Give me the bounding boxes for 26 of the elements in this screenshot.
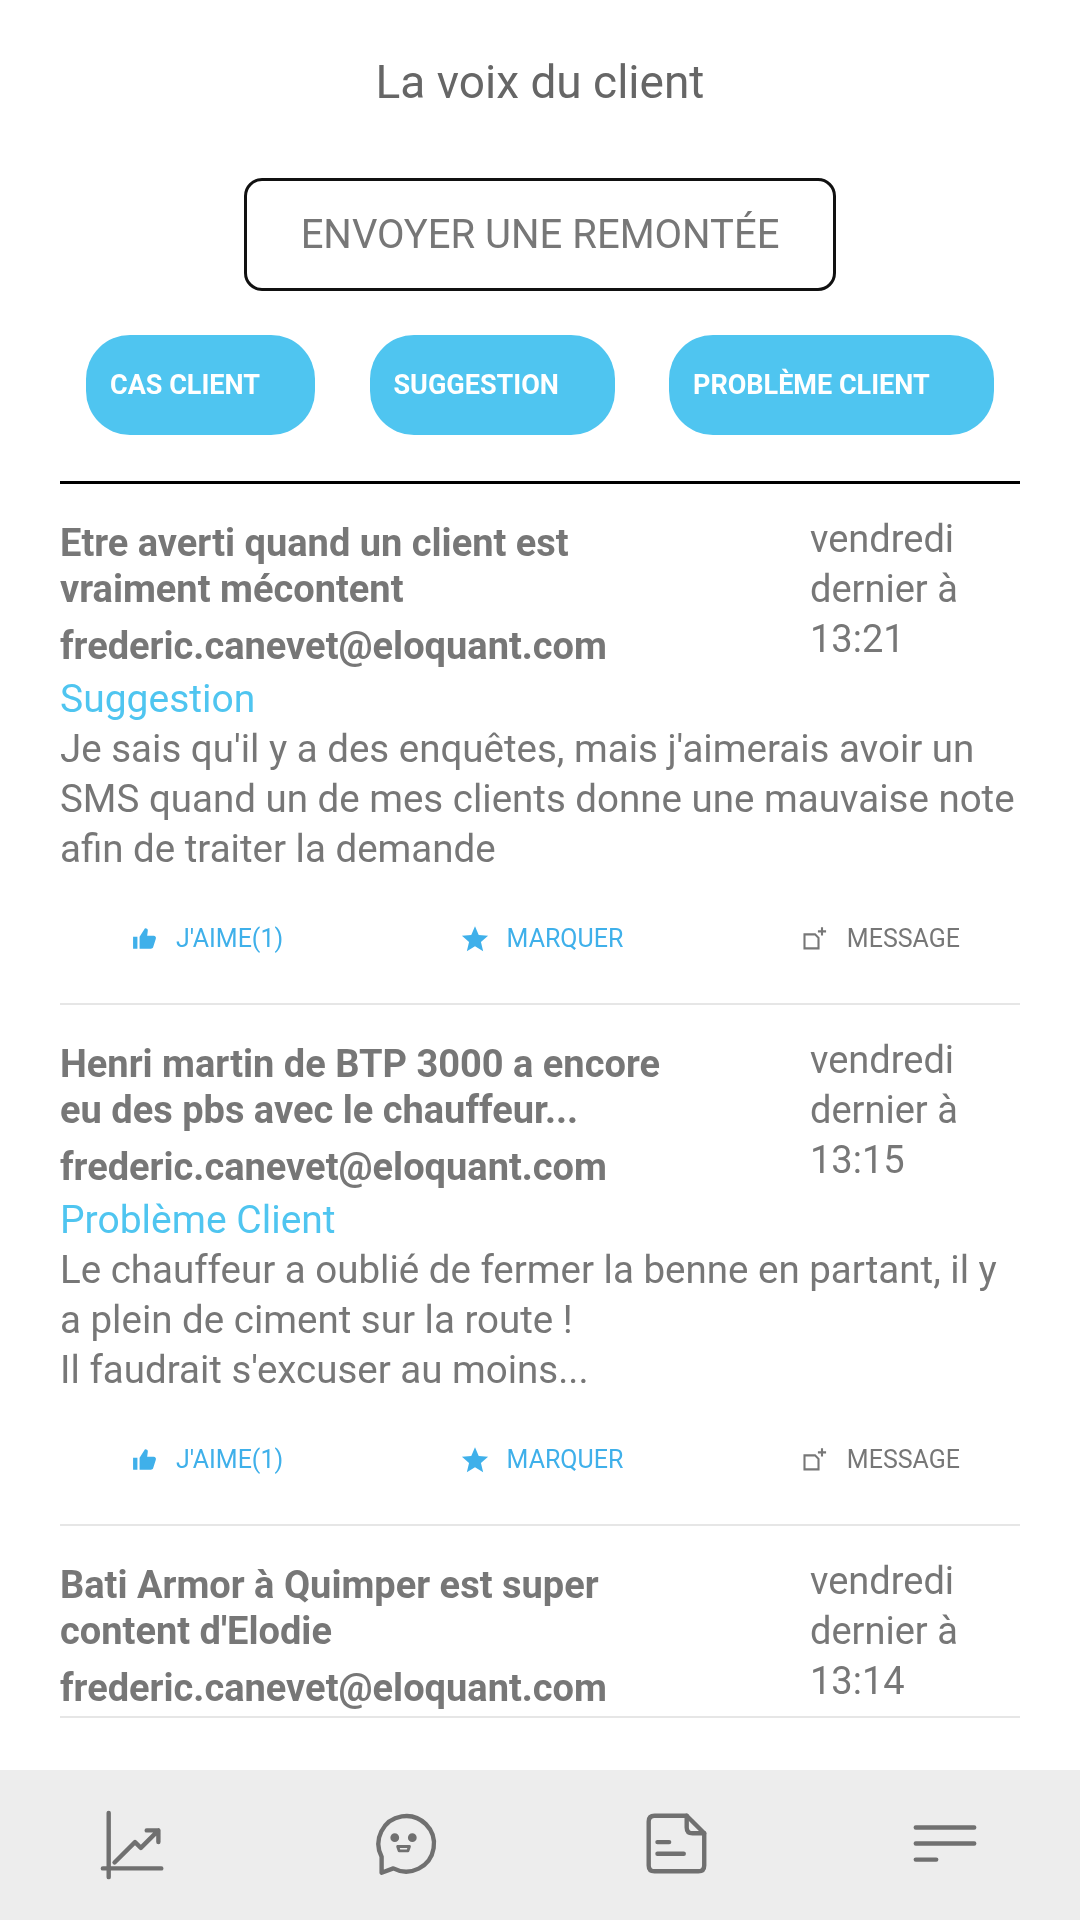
message-button[interactable]: MESSAGE [800,1445,960,1474]
mark-button[interactable]: MARQUER [460,1445,624,1474]
page-title: La voix du client [374,54,706,111]
star-icon [460,924,489,953]
category-link[interactable]: Problème Client [60,1195,750,1245]
author-email: frederic.canevet@eloquant.com [60,1665,608,1712]
post-title: Henri martin de BTP 3000 a encore eu des pbs avec le chauffeur... [60,1041,661,1133]
like-button[interactable]: J'AIME(1) [132,924,284,953]
author-email: frederic.canevet@eloquant.com [60,623,608,670]
thumbs-up-icon [132,1446,158,1473]
send-feedback-button[interactable]: ENVOYER UNE REMONTÉE [244,178,836,291]
category-link[interactable]: Suggestion [60,674,750,724]
star-icon [460,1445,489,1474]
filter-button[interactable]: SUGGESTION [369,335,615,435]
filter-button[interactable]: PROBLÈME CLIENT [669,335,994,435]
post-date: vendredi dernier à 13:21 [810,516,959,663]
thumbs-up-icon [132,925,158,952]
post-body: Le chauffeur a oublié de fermer la benne en partant, il y a plein de ciment sur la route ! Il faudrait s'excuser au moins... [60,1246,998,1394]
post-body: Je sais qu'il y a des enquêtes, mais j'aimerais avoir un SMS quand un de mes clients donne une mauvaise note afin de traiter la demande [60,725,1016,873]
like-button[interactable]: J'AIME(1) [132,1445,284,1474]
post-date: vendredi dernier à 13:14 [810,1558,959,1705]
filter-button[interactable]: CAS CLIENT [86,335,315,435]
post-date: vendredi dernier à 13:15 [810,1037,959,1184]
mark-button[interactable]: MARQUER [460,924,624,953]
author-email: frederic.canevet@eloquant.com [60,1144,608,1191]
message-button[interactable]: MESSAGE [800,924,960,953]
